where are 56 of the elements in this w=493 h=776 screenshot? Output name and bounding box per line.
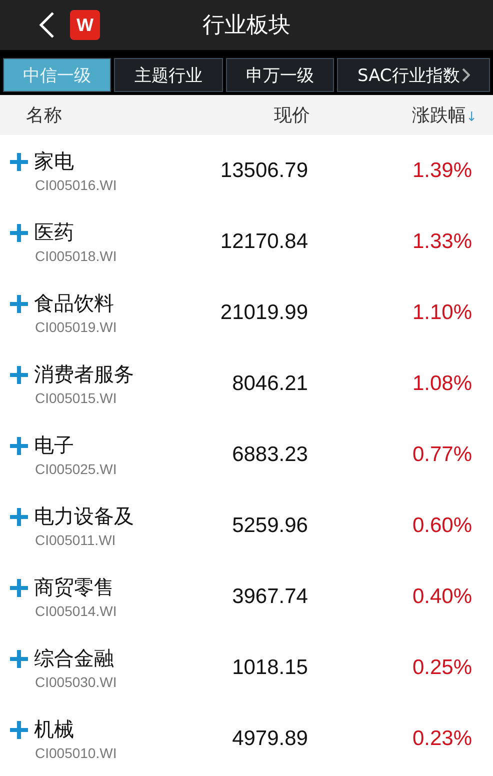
sector-name[interactable]: 机械 [34, 716, 74, 743]
change-percent: 1.33% [411, 230, 472, 254]
sector-code: CI005019.WI [35, 319, 118, 335]
sector-name[interactable]: 综合金融 [34, 645, 114, 672]
price: 4979.89 [231, 726, 308, 750]
expand-icon[interactable] [10, 436, 28, 454]
price: 6883.23 [231, 442, 308, 466]
tab[interactable]: 申万一级 [226, 58, 334, 92]
expand-icon[interactable] [10, 224, 28, 242]
change-percent: 0.25% [411, 656, 472, 680]
chevron-right-icon [462, 68, 470, 82]
change-percent: 1.39% [411, 158, 472, 182]
change-percent: 1.08% [411, 372, 472, 396]
price: 12170.84 [219, 230, 308, 254]
expand-icon[interactable] [10, 650, 28, 668]
change-percent: 1.10% [411, 300, 472, 324]
expand-icon[interactable] [10, 152, 28, 170]
sector-name[interactable]: 电子 [34, 432, 74, 459]
change-percent: 0.77% [411, 442, 472, 466]
sector-name[interactable]: 家电 [34, 148, 74, 175]
column-header[interactable]: 涨跌幅 [412, 105, 466, 126]
change-percent: 0.23% [411, 726, 472, 750]
price: 5259.96 [231, 514, 308, 538]
sector-code: CI005030.WI [35, 674, 118, 690]
sector-code: CI005016.WI [35, 177, 118, 193]
sector-code: CI005014.WI [35, 603, 118, 619]
sector-code: CI005010.WI [35, 745, 118, 761]
tab[interactable]: SAC行业指数 [337, 58, 490, 92]
page-title: 行业板块 [202, 12, 290, 40]
price: 13506.79 [219, 158, 308, 182]
price: 21019.99 [219, 300, 308, 324]
expand-icon[interactable] [10, 720, 28, 738]
sector-name[interactable]: 商贸零售 [34, 574, 114, 601]
back-icon[interactable] [38, 11, 56, 39]
sector-name[interactable]: 医药 [34, 219, 74, 246]
sector-code: CI005025.WI [35, 461, 118, 477]
app-logo[interactable]: W [70, 10, 100, 40]
price: 1018.15 [231, 656, 308, 680]
tab[interactable]: 主题行业 [114, 58, 223, 92]
sector-name[interactable]: 食品饮料 [34, 290, 114, 317]
price: 8046.21 [231, 372, 308, 396]
expand-icon[interactable] [10, 508, 28, 526]
sector-code: CI005015.WI [35, 390, 118, 406]
column-header[interactable]: 现价 [170, 103, 313, 127]
sort-indicator: ↓ [466, 110, 477, 125]
price: 3967.74 [231, 584, 308, 608]
change-percent: 0.60% [411, 514, 472, 538]
sector-name[interactable]: 消费者服务 [34, 361, 134, 388]
sector-code: CI005011.WI [35, 532, 117, 548]
expand-icon[interactable] [10, 578, 28, 596]
change-percent: 0.40% [411, 584, 472, 608]
expand-icon[interactable] [10, 294, 28, 312]
column-header[interactable]: 名称 [0, 103, 170, 127]
sector-name[interactable]: 电力设备及 [34, 503, 134, 530]
expand-icon[interactable] [10, 366, 28, 384]
sector-code: CI005018.WI [35, 248, 118, 264]
